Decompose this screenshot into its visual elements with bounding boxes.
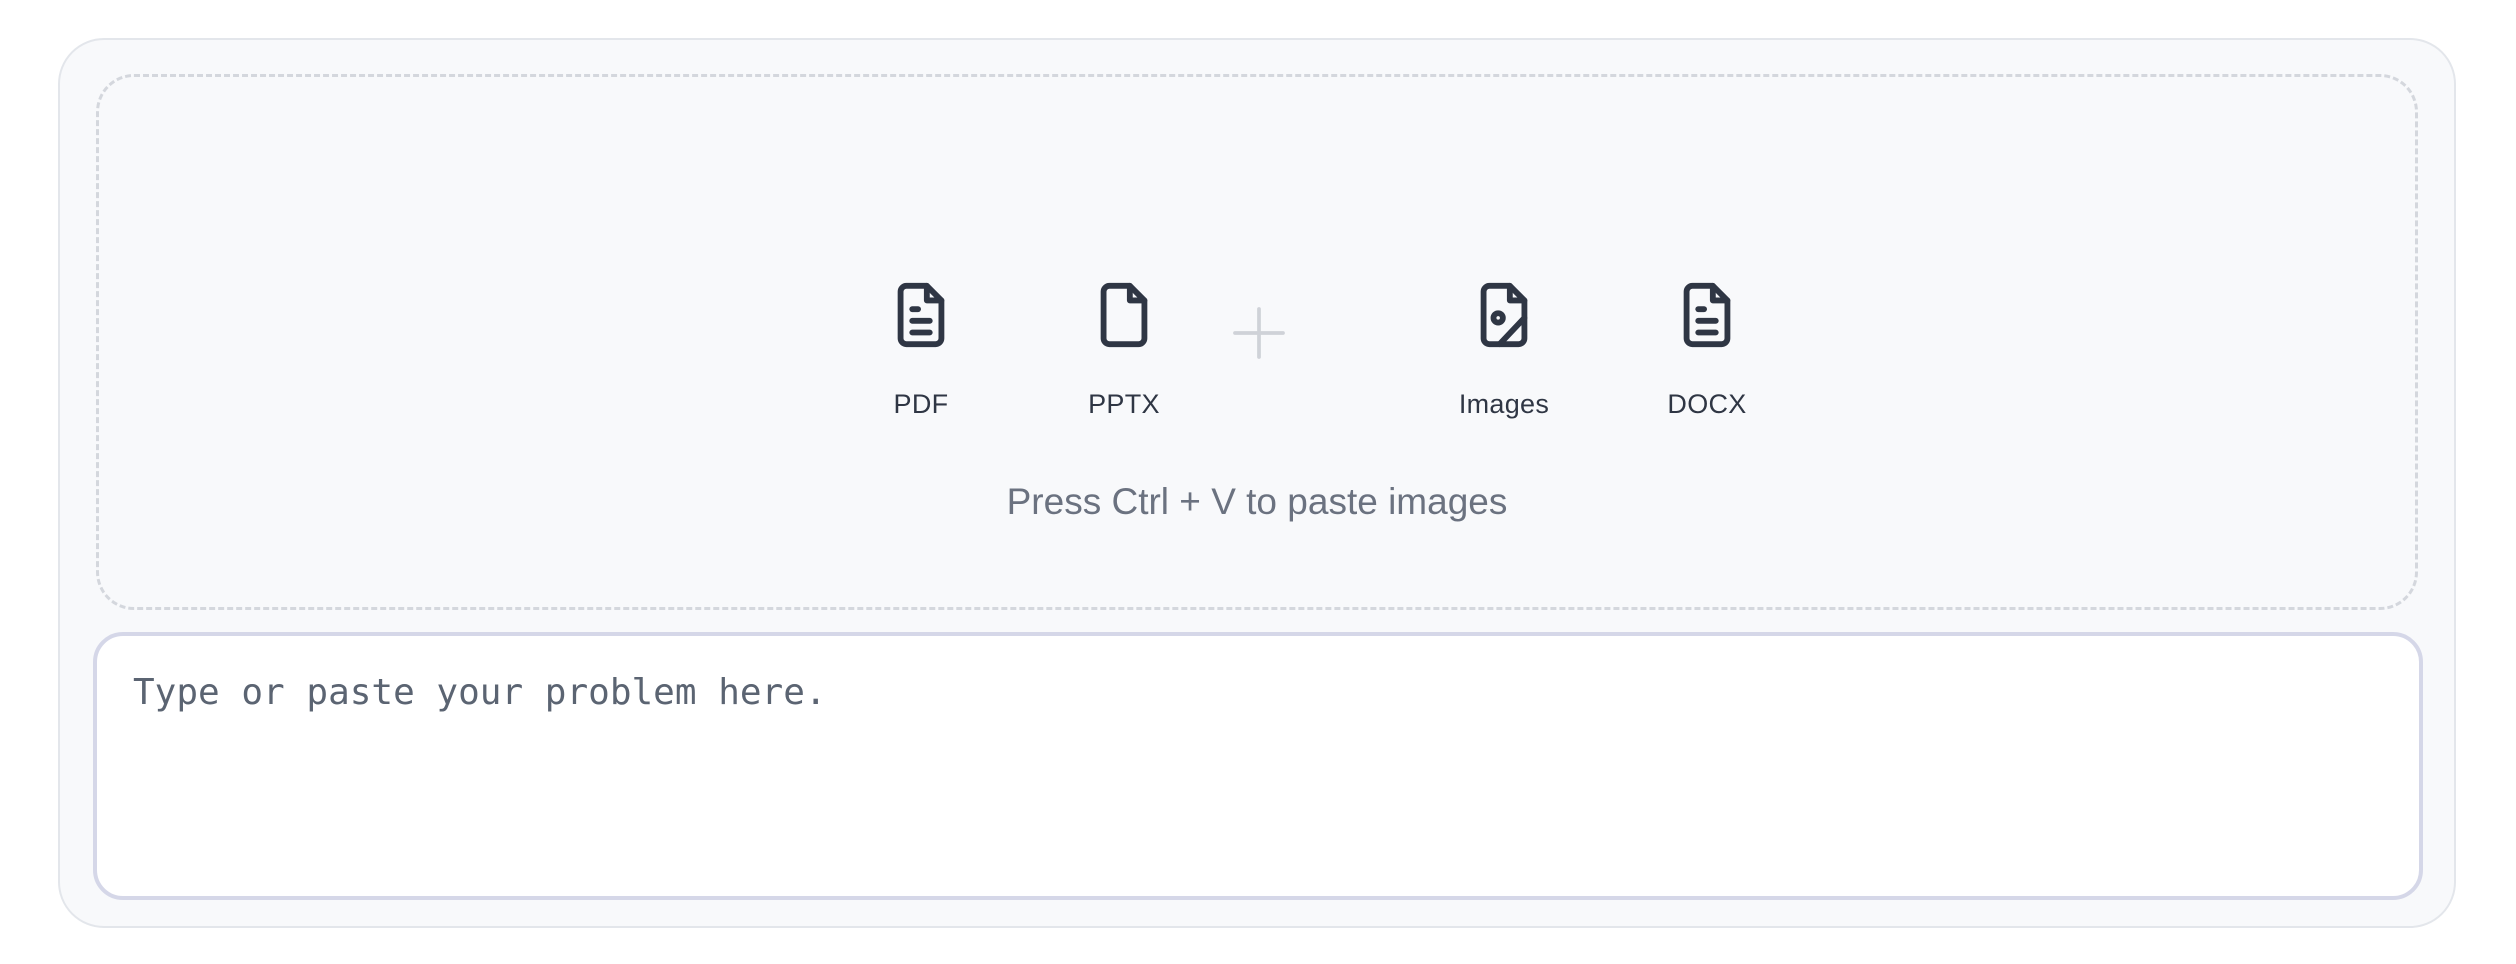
file-type-label: Images xyxy=(1458,389,1550,419)
upload-card: PDF PPTX Images DOCX Press Ctrl + V to p… xyxy=(58,38,2456,928)
problem-input[interactable] xyxy=(93,632,2423,900)
file-type-label: PDF xyxy=(893,389,949,419)
file-type-docx[interactable]: DOCX xyxy=(1627,277,1787,420)
file-type-images[interactable]: Images xyxy=(1424,277,1584,420)
file-image-icon xyxy=(1424,277,1584,353)
file-text-icon xyxy=(1627,277,1787,353)
file-type-pdf[interactable]: PDF xyxy=(841,277,1001,420)
paste-hint: Press Ctrl + V to paste images xyxy=(1006,481,1508,522)
plus-icon xyxy=(1227,301,1291,365)
file-type-pptx[interactable]: PPTX xyxy=(1044,277,1204,420)
file-type-label: DOCX xyxy=(1667,389,1747,419)
file-text-icon xyxy=(841,277,1001,353)
file-dropzone[interactable]: PDF PPTX Images DOCX Press Ctrl + V to p… xyxy=(96,74,2418,610)
file-type-label: PPTX xyxy=(1088,389,1160,419)
file-icon xyxy=(1044,277,1204,353)
file-type-list: PDF PPTX Images DOCX xyxy=(99,277,2415,477)
